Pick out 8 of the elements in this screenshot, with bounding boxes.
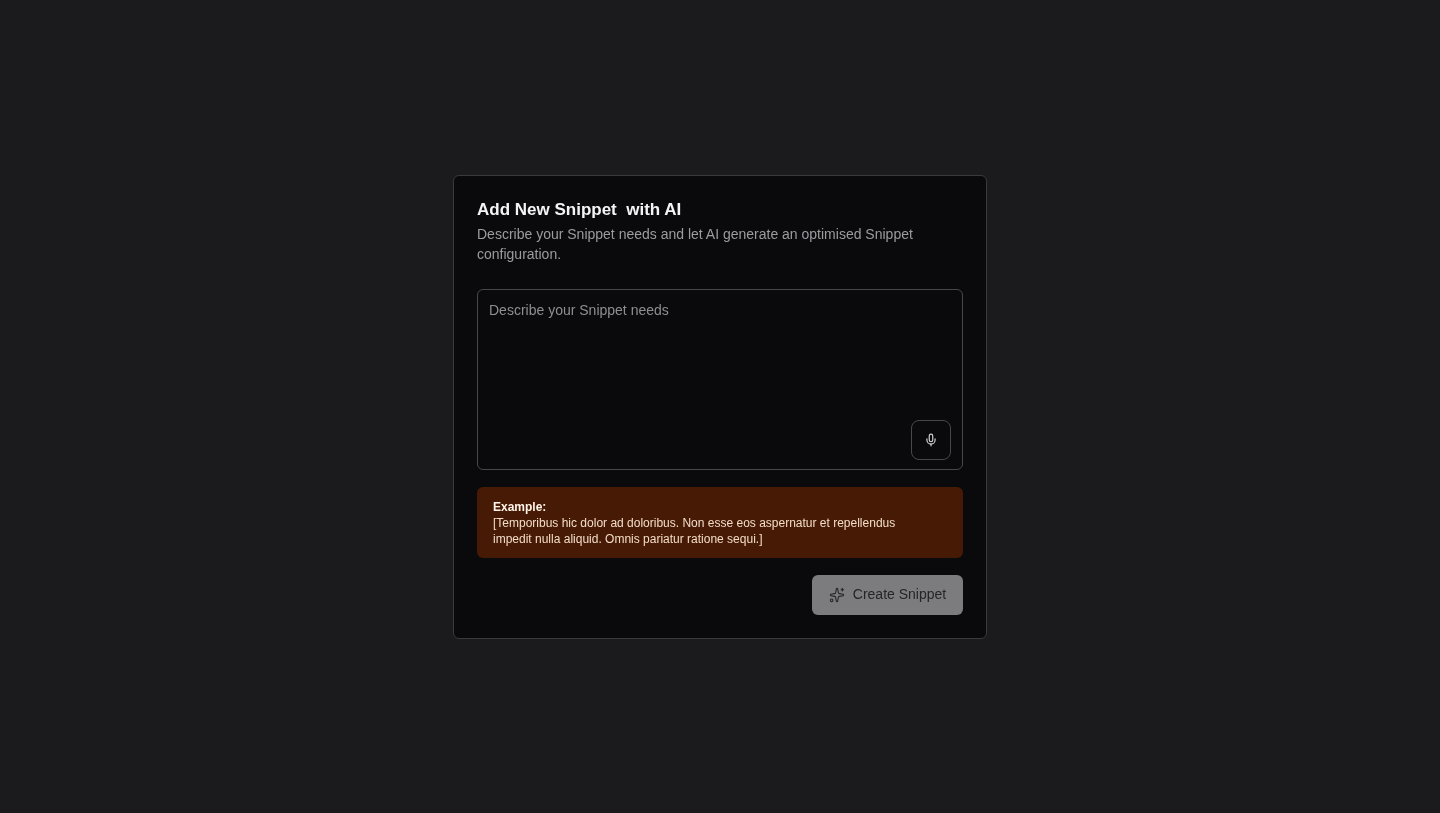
dialog-description: Describe your Snippet needs and let AI generate an optimised Snippet configuration. — [477, 224, 914, 264]
example-text: [Temporibus hic dolor ad doloribus. Non esse eos aspernatur et repellendus impedit nulla aliquid. Omnis pariatur ratione sequi.] — [493, 514, 897, 547]
dialog-title: Add New Snippet with AI — [477, 198, 683, 221]
example-label: Example: — [493, 498, 548, 515]
sparkle-icon — [828, 586, 845, 603]
description-field[interactable]: Describe your Snippet needs — [477, 288, 963, 470]
voice-input-button[interactable] — [911, 419, 951, 460]
microphone-icon — [924, 431, 938, 448]
